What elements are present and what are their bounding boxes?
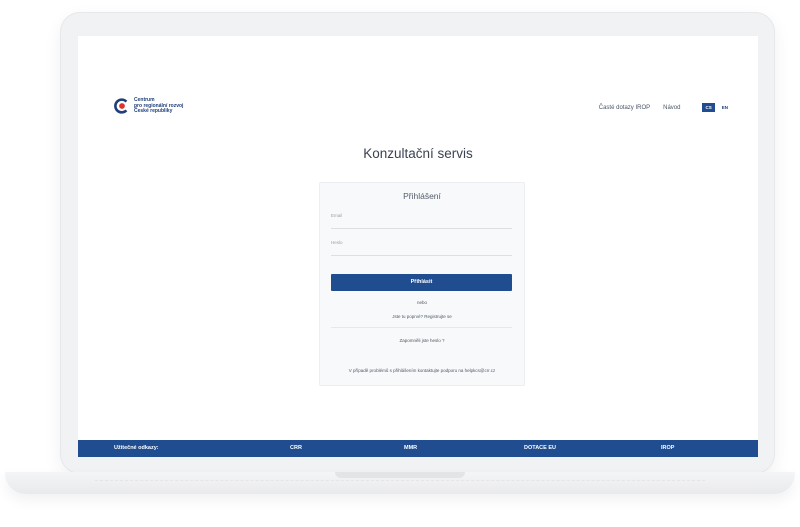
page-title: Konzultační servis (363, 146, 473, 161)
forgot-password-link[interactable]: Zapomněli jste heslo ? (320, 338, 524, 343)
help-text: V případě problémů s přihlášením kontakt… (348, 368, 496, 373)
logo-text: Centrum pro regionální rozvoj České repu… (134, 97, 184, 115)
nav-guide[interactable]: Návod (663, 105, 680, 111)
lang-en-button[interactable]: EN (720, 104, 730, 111)
crr-logo[interactable]: Centrum pro regionální rozvoj České repu… (114, 97, 204, 115)
lang-cs-button[interactable]: CS (702, 103, 715, 112)
laptop-screen: Centrum pro regionální rozvoj České repu… (78, 36, 758, 457)
email-label: Email (331, 213, 343, 218)
email-underline (331, 228, 512, 229)
login-title: Přihlášení (403, 191, 441, 201)
login-card: Přihlášení Email Heslo Přihlásit nebo Js… (319, 182, 525, 386)
crr-logo-icon (114, 98, 128, 115)
footer-link-mmr[interactable]: MMR (404, 445, 417, 451)
register-link[interactable]: Jste tu poprvé? Registrujte se (320, 314, 524, 319)
footer-title: Užitečné odkazy: (114, 445, 159, 451)
password-underline (331, 255, 512, 256)
top-nav: Časté dotazy IROP Návod CS EN (586, 103, 730, 112)
footer-link-crr[interactable]: CRR (290, 445, 302, 451)
site-header: Centrum pro regionální rozvoj České repu… (78, 94, 758, 124)
site-footer: Užitečné odkazy: CRR MMR DOTACE EU IROP (78, 440, 758, 457)
nav-faq-irop[interactable]: Časté dotazy IROP (599, 105, 650, 111)
login-button[interactable]: Přihlásit (331, 274, 512, 291)
keyboard-edge (95, 480, 705, 485)
email-field[interactable]: Email (331, 213, 512, 229)
footer-link-irop[interactable]: IROP (661, 445, 674, 451)
or-text: nebo (416, 300, 427, 305)
password-field[interactable]: Heslo (331, 240, 512, 256)
password-label: Heslo (331, 240, 343, 245)
laptop-notch (335, 472, 465, 478)
footer-link-dotace-eu[interactable]: DOTACE EU (524, 445, 556, 451)
card-divider (331, 327, 512, 328)
